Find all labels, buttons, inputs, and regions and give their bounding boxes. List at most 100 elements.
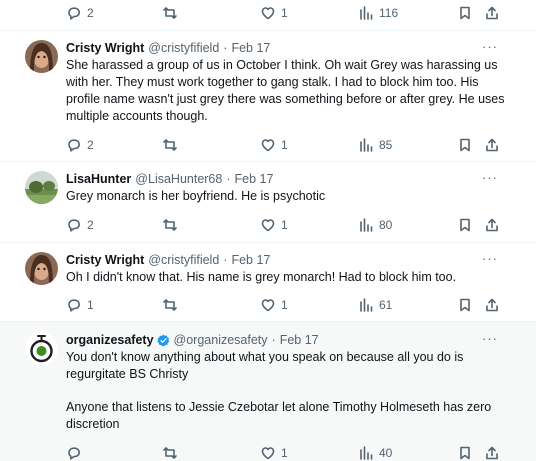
like-button[interactable]: 1 [260,215,288,235]
avatar[interactable] [25,252,58,285]
tweet-paragraph: She harassed a group of us in October I … [66,58,505,123]
more-options-icon[interactable]: ··· [482,39,498,54]
tweet-text: Oh I didn't know that. His name is grey … [66,269,506,286]
top-tweet-actions: 2 1 116 [0,3,536,23]
tweet[interactable]: Cristy Wright @cristyfifield · Feb 17 ··… [0,31,536,161]
retweet-button[interactable] [162,295,178,315]
bookmark-icon [460,138,470,152]
display-name[interactable]: Cristy Wright [66,253,144,267]
display-name[interactable]: LisaHunter [66,172,131,186]
like-button[interactable]: 1 [260,443,288,461]
share-button[interactable] [484,215,500,235]
bookmark-button[interactable] [457,3,473,23]
user-handle[interactable]: @cristyfifield [148,41,219,55]
share-button[interactable] [484,135,500,155]
view-count: 116 [379,6,399,20]
retweet-icon [163,139,177,151]
retweet-icon [163,447,177,459]
bookmark-icon [460,218,470,232]
retweet-icon [163,299,177,311]
verified-badge-icon [156,334,169,346]
heart-icon [261,299,275,312]
tweet-actions: 1 1 61 [0,295,536,315]
tweet-text: She harassed a group of us in October I … [66,57,506,125]
display-name[interactable]: Cristy Wright [66,41,144,55]
tweet-date[interactable]: Feb 17 [235,172,274,186]
share-icon [486,138,498,152]
like-button[interactable]: 1 [260,3,288,23]
reply-count: 1 [87,298,94,312]
reply-icon [68,447,80,460]
reply-icon [68,219,80,232]
like-count: 1 [281,6,288,20]
reply-icon [68,7,80,20]
reply-button[interactable] [66,443,82,461]
tweet-text: You don't know anything about what you s… [66,349,506,433]
tweet-date[interactable]: Feb 17 [231,41,270,55]
user-handle[interactable]: @organizesafety [174,333,268,347]
tweet-date[interactable]: Feb 17 [280,333,319,347]
view-count: 85 [379,138,393,152]
avatar[interactable] [25,332,58,365]
reply-button[interactable]: 2 [66,215,94,235]
share-button[interactable] [484,295,500,315]
like-button[interactable]: 1 [260,135,288,155]
views-button[interactable]: 40 [358,443,392,461]
retweet-button[interactable] [162,443,178,461]
user-handle[interactable]: @LisaHunter68 [135,172,222,186]
reply-button[interactable]: 2 [66,3,94,23]
tweet-header: LisaHunter @LisaHunter68 · Feb 17 [66,172,273,186]
bookmark-icon [460,298,470,312]
tweet-header: Cristy Wright @cristyfifield · Feb 17 [66,41,270,55]
tweet-date[interactable]: Feb 17 [231,253,270,267]
views-button[interactable]: 85 [358,135,392,155]
retweet-button[interactable] [162,135,178,155]
avatar[interactable] [25,40,58,73]
heart-icon [261,447,275,460]
like-count: 1 [281,218,288,232]
retweet-button[interactable] [162,3,178,23]
reply-icon [68,139,80,152]
avatar[interactable] [25,171,58,204]
tweet[interactable]: organizesafety @organizesafety · Feb 17 … [0,322,536,461]
bookmark-button[interactable] [457,215,473,235]
share-button[interactable] [484,443,500,461]
more-options-icon[interactable]: ··· [482,331,498,346]
tweet-paragraph: Oh I didn't know that. His name is grey … [66,270,457,284]
tweet-paragraph: Grey monarch is her boyfriend. He is psy… [66,189,326,203]
share-button[interactable] [484,3,500,23]
display-name[interactable]: organizesafety [66,333,154,347]
analytics-icon [360,138,373,152]
separator-dot: · [226,172,231,186]
heart-icon [261,139,275,152]
reply-button[interactable]: 2 [66,135,94,155]
retweet-icon [163,219,177,231]
view-count: 61 [379,298,393,312]
analytics-icon [360,446,373,460]
tweet-text: Grey monarch is her boyfriend. He is psy… [66,188,506,205]
like-button[interactable]: 1 [260,295,288,315]
more-options-icon[interactable]: ··· [482,170,498,185]
analytics-icon [360,298,373,312]
bookmark-button[interactable] [457,295,473,315]
tweet[interactable]: Cristy Wright @cristyfifield · Feb 17 ··… [0,243,536,321]
heart-icon [261,7,275,20]
user-handle[interactable]: @cristyfifield [148,253,219,267]
retweet-icon [163,7,177,19]
views-button[interactable]: 116 [358,3,398,23]
analytics-icon [360,218,373,232]
reply-button[interactable]: 1 [66,295,94,315]
tweet-header: Cristy Wright @cristyfifield · Feb 17 [66,253,270,267]
bookmark-button[interactable] [457,135,473,155]
heart-icon [261,219,275,232]
more-options-icon[interactable]: ··· [482,251,498,266]
views-button[interactable]: 61 [358,295,392,315]
tweet-actions: 2 1 85 [0,135,536,155]
tweet-actions: 1 40 [0,443,536,461]
share-icon [486,6,498,20]
views-button[interactable]: 80 [358,215,392,235]
tweet[interactable]: LisaHunter @LisaHunter68 · Feb 17 ··· Gr… [0,162,536,242]
reply-count: 2 [87,218,94,232]
retweet-button[interactable] [162,215,178,235]
bookmark-button[interactable] [457,443,473,461]
